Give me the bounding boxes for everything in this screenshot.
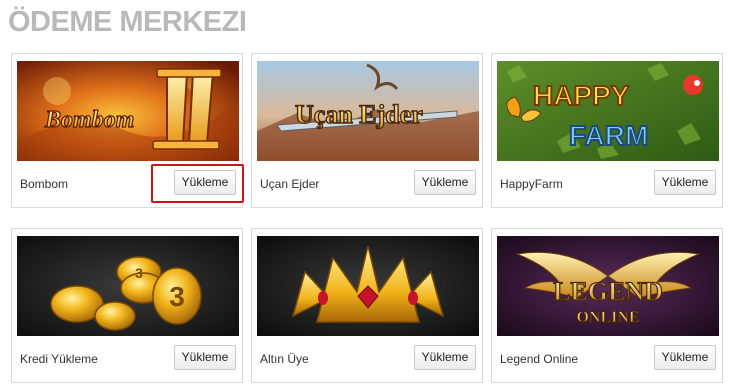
svg-text:FARM: FARM: [569, 120, 648, 151]
ucan-ejder-banner-image[interactable]: Uçan Ejder: [257, 61, 479, 161]
card-name: Uçan Ejder: [260, 177, 320, 191]
bombom-banner-image[interactable]: Bombom: [17, 61, 239, 161]
game-card-ucan-ejder: Uçan Ejder Uçan Ejder Yükleme: [251, 53, 483, 208]
game-card-kredi-yukleme: 3 3 Kredi Yükleme Yükleme: [11, 228, 243, 383]
load-button[interactable]: Yükleme: [654, 345, 716, 370]
svg-text:HAPPY: HAPPY: [533, 80, 630, 111]
card-name: HappyFarm: [500, 177, 563, 191]
load-button[interactable]: Yükleme: [414, 345, 476, 370]
card-name: Kredi Yükleme: [20, 352, 98, 366]
svg-text:Bombom: Bombom: [44, 107, 134, 133]
card-name: Altın Üye: [260, 352, 309, 366]
credit-coins-image[interactable]: 3 3: [17, 236, 239, 336]
game-card-happyfarm: HAPPY FARM HappyFarm Yükleme: [491, 53, 723, 208]
game-card-altin-uye: Altın Üye Yükleme: [251, 228, 483, 383]
card-name: Legend Online: [500, 352, 579, 366]
load-button[interactable]: Yükleme: [414, 170, 476, 195]
happyfarm-banner-image[interactable]: HAPPY FARM: [497, 61, 719, 161]
card-name: Bombom: [20, 177, 69, 191]
coin-number-label: 3: [169, 281, 185, 312]
legend-online-banner-image[interactable]: LEGEND ONLINE: [497, 236, 719, 336]
svg-text:LEGEND: LEGEND: [553, 277, 663, 306]
svg-text:ONLINE: ONLINE: [576, 309, 639, 326]
load-button[interactable]: Yükleme: [654, 170, 716, 195]
highlight-annotation: [151, 164, 244, 203]
svg-text:Uçan Ejder: Uçan Ejder: [295, 100, 423, 129]
page-title: ÖDEME MERKEZI: [8, 6, 247, 38]
load-button[interactable]: Yükleme: [174, 345, 236, 370]
gold-member-crown-image[interactable]: [257, 236, 479, 336]
svg-text:3: 3: [135, 265, 143, 281]
game-card-legend-online: LEGEND ONLINE Legend Online Yükleme: [491, 228, 723, 383]
